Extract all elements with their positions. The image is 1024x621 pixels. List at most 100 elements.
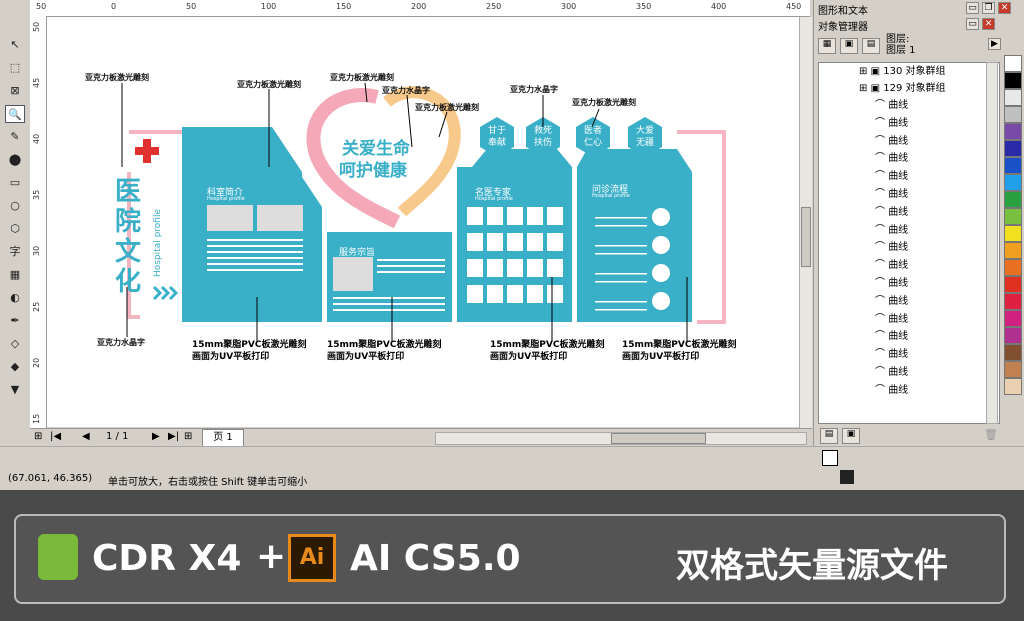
crop-tool-icon[interactable]: ⊠: [5, 82, 25, 100]
outline-indicator[interactable]: [840, 470, 854, 484]
list-item[interactable]: ⌒ 曲线: [819, 257, 999, 274]
add-page-icon[interactable]: ⊞: [184, 431, 192, 442]
color-swatch[interactable]: [1004, 344, 1022, 361]
hex-text-1: 甘于奉献: [487, 126, 506, 148]
scroll-thumb[interactable]: [801, 207, 811, 267]
ruler-tick-label: 450: [786, 2, 802, 11]
docker-minimize-icon[interactable]: ▭: [966, 18, 979, 30]
list-item[interactable]: ⌒ 曲线: [819, 97, 999, 114]
curve-icon: ⌒: [875, 278, 889, 289]
color-swatch[interactable]: [1004, 276, 1022, 293]
list-item[interactable]: ⌒ 曲线: [819, 133, 999, 150]
vertical-scrollbar[interactable]: [799, 17, 812, 429]
drawing-canvas[interactable]: 亚克力板激光雕刻 亚克力板激光雕刻 亚克力板激光雕刻 亚克力水晶字 亚克力板激光…: [47, 17, 799, 427]
color-swatch[interactable]: [1004, 378, 1022, 395]
rectangle-tool-icon[interactable]: ▭: [5, 174, 25, 192]
list-item[interactable]: ⌒ 曲线: [819, 293, 999, 310]
list-item[interactable]: ⌒ 曲线: [819, 115, 999, 132]
horizontal-scrollbar[interactable]: [435, 432, 807, 445]
coreldraw-window: ↖ ⬚ ⊠ 🔍 ✎ ⬤ ▭ ○ ⬡ 字 ▦ ◐ ✒ ◇ ◆ ▼ 50 0 50 100 150 200 250 300 350…: [0, 0, 1024, 490]
ruler-tick-label: 300: [561, 2, 577, 11]
layer-manager-view-icon[interactable]: ▤: [862, 38, 880, 54]
text-tool-icon[interactable]: 字: [5, 243, 25, 261]
shape-tool-icon[interactable]: ⬚: [5, 59, 25, 77]
list-item[interactable]: ⌒ 曲线: [819, 346, 999, 363]
docker-close-icon[interactable]: ✕: [982, 18, 995, 30]
ruler-tick-label: 15: [32, 413, 41, 424]
ruler-tick-label: 150: [336, 2, 352, 11]
list-item[interactable]: ⌒ 曲线: [819, 311, 999, 328]
edit-across-layers-icon[interactable]: ▣: [840, 38, 858, 54]
polygon-tool-icon[interactable]: ⬡: [5, 220, 25, 238]
scroll-thumb[interactable]: [611, 433, 706, 444]
new-layer-icon[interactable]: ▤: [820, 428, 838, 444]
color-swatch[interactable]: [1004, 55, 1022, 72]
color-swatch[interactable]: [1004, 310, 1022, 327]
list-item[interactable]: ⊞ ▣ 129 对象群组: [819, 80, 999, 97]
color-swatch[interactable]: [1004, 361, 1022, 378]
docker-tab-title[interactable]: 图形和文本: [818, 2, 868, 17]
color-swatch[interactable]: [1004, 191, 1022, 208]
new-master-layer-icon[interactable]: ▣: [842, 428, 860, 444]
docker-minimize-icon[interactable]: ▭: [966, 2, 979, 14]
curve-label: 曲线: [888, 100, 909, 111]
color-palette: [1003, 55, 1023, 425]
ruler-left[interactable]: 50 45 40 35 30 25 20 15: [30, 16, 47, 428]
color-swatch[interactable]: [1004, 140, 1022, 157]
eyedropper-icon[interactable]: ✒: [5, 312, 25, 330]
color-swatch[interactable]: [1004, 225, 1022, 242]
color-swatch[interactable]: [1004, 327, 1022, 344]
page-prev-icon[interactable]: ◀: [82, 431, 90, 442]
pick-tool-icon[interactable]: ↖: [5, 36, 25, 54]
object-list-scrollbar[interactable]: [986, 62, 998, 424]
fill-tool-icon[interactable]: ◆: [5, 358, 25, 376]
list-item[interactable]: ⌒ 曲线: [819, 168, 999, 185]
page-first-icon[interactable]: |◀: [50, 431, 61, 442]
ellipse-tool-icon[interactable]: ○: [5, 197, 25, 215]
docker-close-icon[interactable]: ✕: [998, 2, 1011, 14]
interactive-fill-2-icon[interactable]: ▼: [5, 381, 25, 399]
ruler-tick-label: 20: [32, 357, 41, 368]
annotation-label: 亚克力水晶字: [510, 85, 558, 94]
delete-icon[interactable]: 🗑: [984, 428, 998, 441]
list-item[interactable]: ⌒ 曲线: [819, 150, 999, 167]
freehand-tool-icon[interactable]: ✎: [5, 128, 25, 146]
color-swatch[interactable]: [1004, 106, 1022, 123]
interactive-fill-icon[interactable]: ◐: [5, 289, 25, 307]
color-swatch[interactable]: [1004, 174, 1022, 191]
docker-menu-arrow-icon[interactable]: ▶: [988, 38, 1001, 50]
table-tool-icon[interactable]: ▦: [5, 266, 25, 284]
docker-restore-icon[interactable]: ❐: [982, 2, 995, 14]
show-properties-icon[interactable]: ▦: [818, 38, 836, 54]
color-swatch[interactable]: [1004, 293, 1022, 310]
color-swatch[interactable]: [1004, 259, 1022, 276]
ruler-top[interactable]: 50050100150200250300350400450500: [30, 0, 876, 17]
list-item[interactable]: ⊞ ▣ 130 对象群组: [819, 63, 999, 80]
page-first-icon[interactable]: ⊞: [34, 431, 42, 442]
outline-tool-icon[interactable]: ◇: [5, 335, 25, 353]
color-swatch[interactable]: [1004, 157, 1022, 174]
illustrator-logo-icon: Ai: [288, 534, 336, 582]
color-swatch[interactable]: [1004, 89, 1022, 106]
list-item[interactable]: ⌒ 曲线: [819, 222, 999, 239]
list-item[interactable]: ⌒ 曲线: [819, 275, 999, 292]
page-next-icon[interactable]: ▶: [152, 431, 160, 442]
color-swatch[interactable]: [1004, 208, 1022, 225]
list-item[interactable]: ⌒ 曲线: [819, 239, 999, 256]
page-tab[interactable]: 页 1: [202, 429, 244, 447]
list-item[interactable]: ⌒ 曲线: [819, 186, 999, 203]
curve-label: 曲线: [888, 171, 909, 183]
color-swatch[interactable]: [1004, 123, 1022, 140]
list-item[interactable]: ⌒ 曲线: [819, 382, 999, 399]
curve-label: 曲线: [888, 349, 909, 361]
color-swatch[interactable]: [1004, 242, 1022, 259]
list-item[interactable]: ⌒ 曲线: [819, 328, 999, 345]
color-swatch[interactable]: [1004, 72, 1022, 89]
curve-label: 曲线: [888, 331, 909, 343]
zoom-tool-icon[interactable]: 🔍: [5, 105, 25, 123]
smart-fill-icon[interactable]: ⬤: [5, 151, 25, 169]
fill-indicator[interactable]: [822, 450, 838, 466]
list-item[interactable]: ⌒ 曲线: [819, 364, 999, 381]
list-item[interactable]: ⌒ 曲线: [819, 204, 999, 221]
page-last-icon[interactable]: ▶|: [168, 431, 179, 442]
